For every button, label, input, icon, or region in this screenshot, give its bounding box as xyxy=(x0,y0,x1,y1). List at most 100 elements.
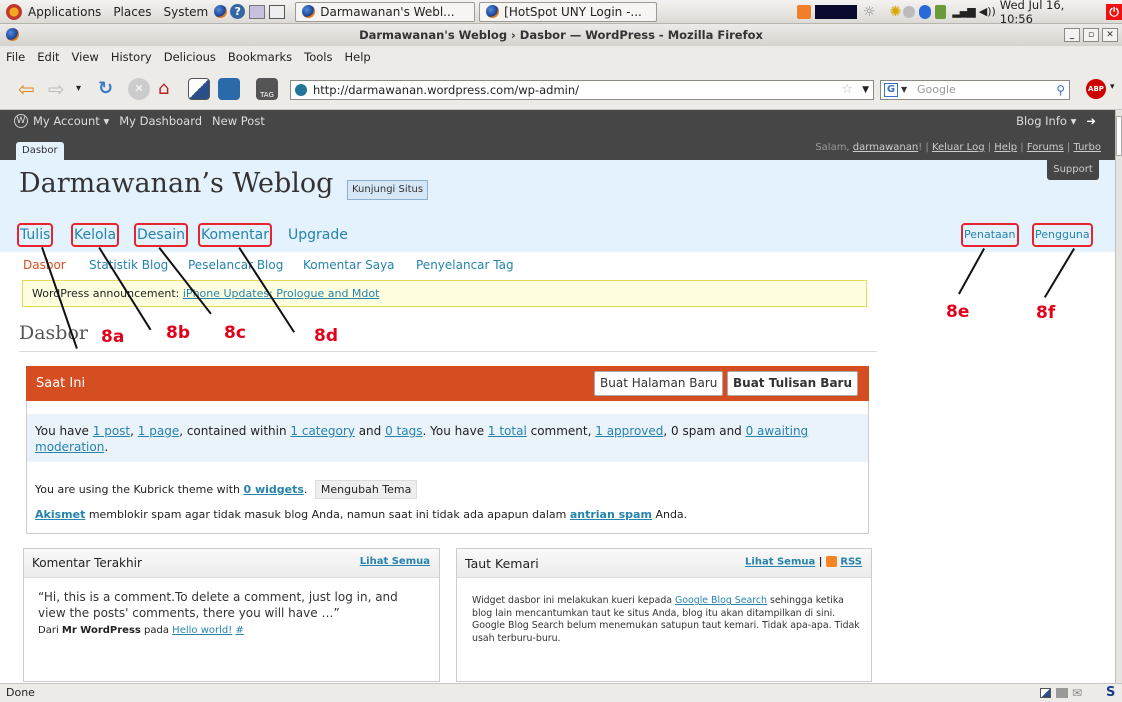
menu-edit[interactable]: Edit xyxy=(31,50,65,64)
visit-site-button[interactable]: Kunjungi Situs xyxy=(347,180,429,200)
new-post-button[interactable]: Buat Tulisan Baru xyxy=(727,371,859,396)
taskbar-item-weblog[interactable]: Darmawanan's Webl... xyxy=(295,1,476,22)
delicious-icon[interactable] xyxy=(188,78,210,100)
network-icon[interactable]: ✺ xyxy=(890,4,902,20)
menu-help[interactable]: Help xyxy=(339,50,377,64)
tab-komentar[interactable]: Komentar xyxy=(198,223,272,247)
tags-link[interactable]: 0 tags xyxy=(385,424,422,438)
subnav-komentar-saya[interactable]: Komentar Saya xyxy=(303,258,395,272)
bookmark-post-icon[interactable] xyxy=(218,78,240,100)
show-desktop-icon[interactable] xyxy=(269,4,286,19)
forums-link[interactable]: Forums xyxy=(1027,142,1064,153)
subnav-tag[interactable]: Penyelancar Tag xyxy=(416,258,514,272)
reload-icon[interactable]: ↻ xyxy=(98,78,120,100)
forward-icon[interactable]: ⇨ xyxy=(48,78,70,100)
tab-tulis[interactable]: Tulis xyxy=(17,223,54,247)
update-notifier-icon[interactable] xyxy=(797,4,812,19)
my-account-menu[interactable]: My Account ▾ xyxy=(28,114,114,128)
comment-permalink[interactable]: # xyxy=(235,625,243,636)
tag-icon[interactable]: TAG xyxy=(256,78,278,100)
menu-history[interactable]: History xyxy=(105,50,158,64)
tab-kelola[interactable]: Kelola xyxy=(71,223,120,247)
places-menu[interactable]: Places xyxy=(107,5,157,19)
blog-info-menu[interactable]: Blog Info ▾ xyxy=(1011,114,1081,128)
tab-penataan[interactable]: Penataan xyxy=(961,223,1019,247)
my-dashboard-link[interactable]: My Dashboard xyxy=(114,114,207,128)
akismet-link[interactable]: Akismet xyxy=(35,508,85,521)
firefox-launcher-icon[interactable] xyxy=(214,5,228,18)
approved-link[interactable]: 1 approved xyxy=(595,424,663,438)
total-comments-link[interactable]: 1 total xyxy=(488,424,527,438)
firefox-window-icon[interactable] xyxy=(6,28,19,41)
tab-pengguna[interactable]: Pengguna xyxy=(1032,223,1093,247)
categories-link[interactable]: 1 category xyxy=(290,424,354,438)
editor-launcher-icon[interactable] xyxy=(249,4,266,19)
wordpress-logo-icon[interactable]: W xyxy=(14,114,28,128)
volume-icon[interactable]: ◀)) xyxy=(979,5,996,18)
menu-file[interactable]: File xyxy=(0,50,31,64)
help-icon[interactable]: ? xyxy=(230,4,246,19)
system-menu[interactable]: System xyxy=(157,5,214,19)
subnav-statistik[interactable]: Statistik Blog xyxy=(89,258,168,272)
search-icon[interactable]: ⚲ xyxy=(1056,81,1065,99)
support-button[interactable]: Support xyxy=(1047,160,1099,180)
scrollbar-thumb[interactable] xyxy=(1116,116,1122,156)
wifi-signal-icon[interactable]: ▂▄▆ xyxy=(952,5,975,18)
bookmark-star-icon[interactable]: ☆ xyxy=(841,81,853,99)
url-bar[interactable]: http://darmawanan.wordpress.com/wp-admin… xyxy=(290,80,874,100)
ubuntu-logo-icon[interactable] xyxy=(6,3,22,20)
weather-icon[interactable]: ☼ xyxy=(863,4,876,20)
engine-dropdown-icon[interactable]: ▼ xyxy=(901,81,907,99)
menu-bookmarks[interactable]: Bookmarks xyxy=(222,50,298,64)
next-blog-arrow-icon[interactable]: ➜ xyxy=(1081,114,1101,128)
post-link[interactable]: Hello world! xyxy=(172,625,232,636)
bluetooth-icon[interactable] xyxy=(919,4,932,19)
new-page-button[interactable]: Buat Halaman Baru xyxy=(594,371,724,396)
help-link[interactable]: Help xyxy=(994,142,1017,153)
menu-tools[interactable]: Tools xyxy=(298,50,338,64)
dashboard-tab[interactable]: Dasbor xyxy=(16,142,64,160)
announcement-link[interactable]: iPhone Updates: Prologue and Mdot xyxy=(183,287,380,300)
delicious-status-icon[interactable] xyxy=(1040,688,1051,698)
menu-delicious[interactable]: Delicious xyxy=(158,50,222,64)
adblock-icon[interactable]: ABP xyxy=(1086,79,1106,99)
close-button[interactable]: ✕ xyxy=(1102,28,1118,42)
stop-icon[interactable]: ✕ xyxy=(128,78,150,100)
logout-link[interactable]: Keluar Log xyxy=(932,142,985,153)
shutdown-icon[interactable]: ⏻ xyxy=(1106,3,1122,20)
rss-icon[interactable] xyxy=(825,556,837,567)
adblock-dropdown-icon[interactable]: ▾ xyxy=(1110,82,1115,92)
clock[interactable]: Wed Jul 16, 10:56 xyxy=(1000,0,1101,26)
page-scrollbar[interactable] xyxy=(1115,110,1122,683)
history-dropdown-icon[interactable]: ▾ xyxy=(76,78,98,100)
rss-link[interactable]: RSS xyxy=(840,557,862,568)
change-theme-button[interactable]: Mengubah Tema xyxy=(314,480,418,499)
subnav-dasbor[interactable]: Dasbor xyxy=(23,258,66,272)
taskbar-item-hotspot[interactable]: [HotSpot UNY Login -... xyxy=(479,1,658,22)
widgets-link[interactable]: 0 widgets xyxy=(243,483,303,496)
google-engine-icon[interactable]: G xyxy=(884,83,898,97)
mail-icon[interactable]: ✉ xyxy=(1072,684,1082,702)
battery-icon[interactable] xyxy=(935,4,947,19)
google-blog-search-link[interactable]: Google Blog Search xyxy=(675,595,767,606)
new-post-link[interactable]: New Post xyxy=(207,114,270,128)
maximize-button[interactable]: ▫ xyxy=(1083,28,1099,42)
menu-view[interactable]: View xyxy=(66,50,105,64)
subnav-peselancar[interactable]: Peselancar Blog xyxy=(188,258,283,272)
back-icon[interactable]: ⇦ xyxy=(18,78,40,100)
view-all-comments-link[interactable]: Lihat Semua xyxy=(360,556,430,567)
turbo-link[interactable]: Turbo xyxy=(1073,142,1101,153)
username-link[interactable]: darmawanan xyxy=(853,142,918,153)
stumble-icon[interactable]: S xyxy=(1106,684,1115,702)
minimize-button[interactable]: _ xyxy=(1064,28,1080,42)
spam-queue-link[interactable]: antrian spam xyxy=(570,508,652,521)
page-status-icon[interactable] xyxy=(1056,688,1068,698)
view-all-links-link[interactable]: Lihat Semua xyxy=(745,557,815,568)
tab-desain[interactable]: Desain xyxy=(134,223,189,247)
url-dropdown-icon[interactable]: ▼ xyxy=(862,81,869,99)
pidgin-icon[interactable] xyxy=(903,5,916,18)
applications-menu[interactable]: Applications xyxy=(22,5,107,19)
posts-link[interactable]: 1 post xyxy=(93,424,130,438)
home-icon[interactable]: ⌂ xyxy=(158,78,180,100)
system-monitor-icon[interactable] xyxy=(815,4,858,19)
